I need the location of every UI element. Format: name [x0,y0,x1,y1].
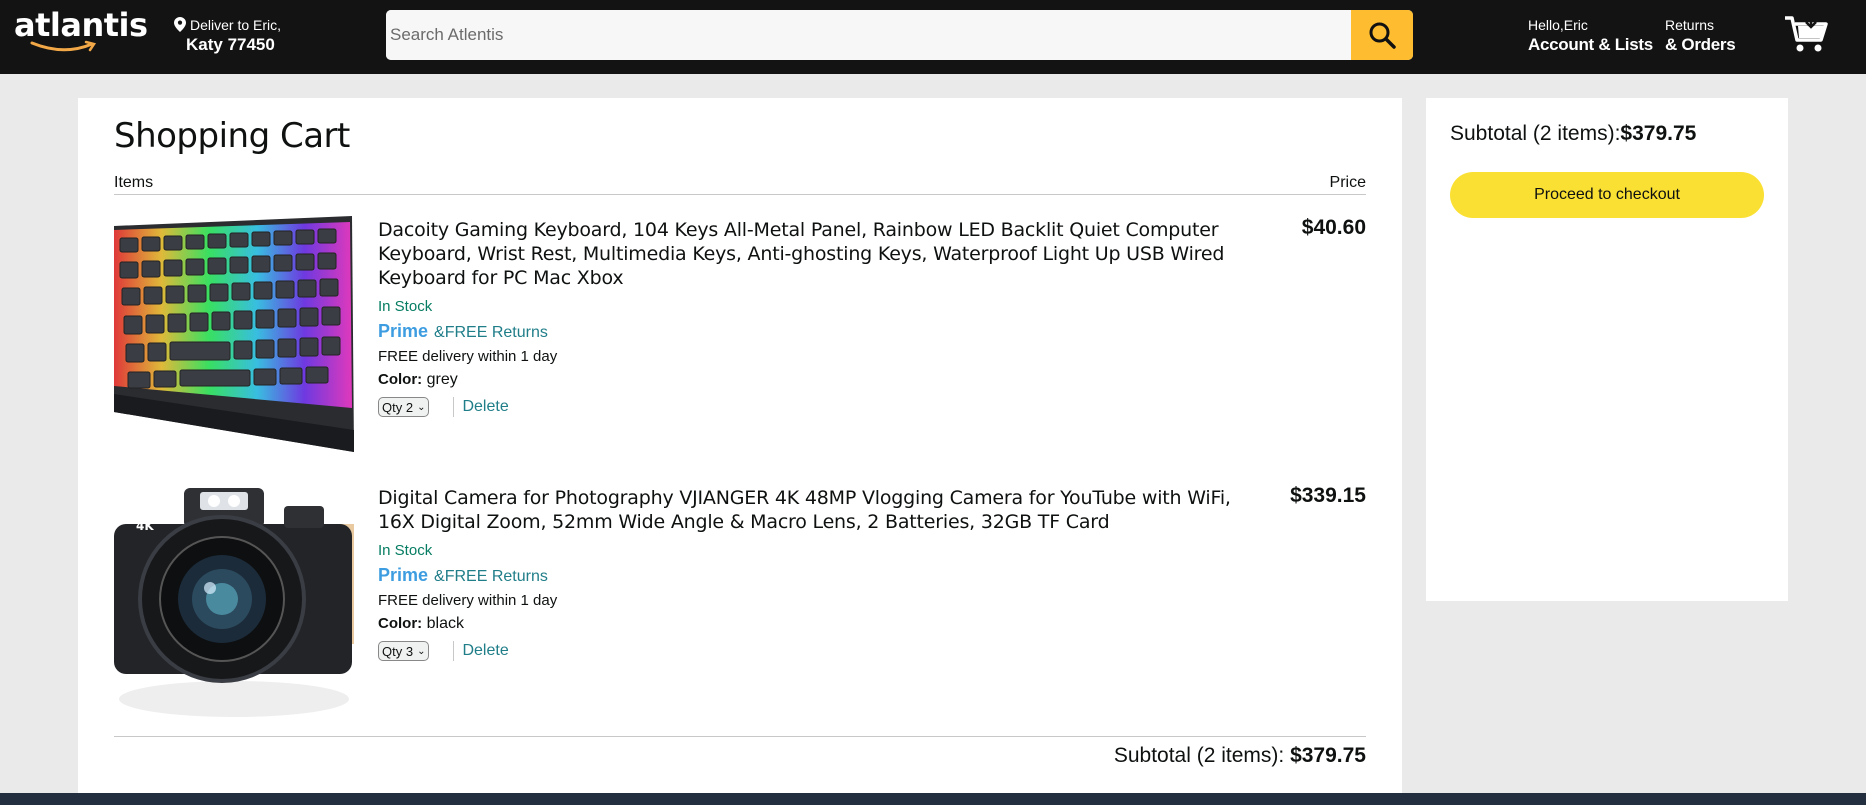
returns-label: Returns [1665,17,1715,33]
quantity-select[interactable]: Qty 3 ⌄ [378,641,430,661]
camera-item-details: Digital Camera for Photography VJIANGER … [378,486,1258,661]
delete-button[interactable]: Delete [462,642,508,660]
item-price: $339.15 [1290,484,1366,507]
price-column-header: Price [1329,174,1366,191]
quantity-select[interactable]: Qty 2 ⌄ [378,397,430,417]
items-column-header: Items [114,174,154,191]
delete-button[interactable]: Delete [462,398,508,416]
logo-smile-icon [30,40,97,52]
prime-badge: Prime [378,321,429,341]
divider [453,397,455,417]
color-label: Color: [378,615,423,632]
delivery-info: FREE delivery within 1 day [378,592,558,609]
atlantis-logo[interactable]: atlantis [14,6,148,44]
deliver-to-label: Deliver to Eric, [190,17,282,33]
footer-strip [0,793,1866,805]
color-row: Color: black [378,615,1258,633]
prime-row: Prime &FREE Returns [378,321,1258,342]
stock-status: In Stock [378,298,433,315]
deliver-location-text: Katy 77450 [186,35,275,54]
divider [114,736,1366,737]
keyboard-product-image[interactable] [114,216,354,456]
color-value: black [426,615,464,632]
search-input[interactable] [386,10,1351,60]
camera-product-image[interactable]: 4K [114,484,354,724]
delivery-info: FREE delivery within 1 day [378,348,558,365]
divider [114,194,1366,195]
orders-label: & Orders [1665,35,1736,54]
search-icon [1369,22,1396,49]
account-and-lists-menu[interactable]: Hello,Eric Account & Lists [1528,17,1653,55]
divider [453,641,455,661]
item-actions: Qty 3 ⌄ Delete [378,641,1258,661]
subtotal-value: $379.75 [1620,122,1697,145]
item-title[interactable]: Digital Camera for Photography VJIANGER … [378,486,1258,534]
svg-text:4K: 4K [136,519,154,533]
shopping-cart-panel: Shopping Cart Items Price Dacoity Gaming… [78,98,1402,805]
free-returns-link[interactable]: &FREE Returns [434,568,548,586]
returns-and-orders-link[interactable]: Returns & Orders [1665,17,1736,55]
checkout-summary-panel: Subtotal (2 items):$379.75 Proceed to ch… [1426,98,1788,601]
item-price: $40.60 [1301,216,1366,239]
subtotal-label: Subtotal (2 items): [1450,122,1621,145]
stock-status: In Stock [378,542,433,559]
account-lists-label: Account & Lists [1528,35,1653,54]
location-pin-icon [174,17,186,32]
color-row: Color: grey [378,371,1258,389]
page-title: Shopping Cart [114,116,350,156]
subtotal-value: $379.75 [1290,744,1366,767]
prime-row: Prime &FREE Returns [378,565,1258,586]
chevron-down-icon: ⌄ [417,401,426,413]
top-navigation-bar: atlantis Deliver to Eric, Katy 77450 Hel… [0,0,1866,74]
summary-subtotal: Subtotal (2 items):$379.75 [1450,122,1696,146]
cart-icon[interactable] [1783,14,1829,54]
search-bar [386,10,1413,60]
chevron-down-icon: ⌄ [417,645,426,657]
search-button[interactable] [1351,10,1413,60]
quantity-value: Qty 3 [382,643,414,659]
free-returns-link[interactable]: &FREE Returns [434,324,548,342]
item-title[interactable]: Dacoity Gaming Keyboard, 104 Keys All-Me… [378,218,1258,290]
checkout-label: Proceed to checkout [1534,186,1680,203]
color-label: Color: [378,371,423,388]
quantity-value: Qty 2 [382,399,414,415]
cart-subtotal: Subtotal (2 items): $379.75 [1114,744,1366,768]
account-greeting: Hello,Eric [1528,17,1588,33]
color-value: grey [426,371,458,388]
subtotal-label: Subtotal (2 items): [1113,744,1291,767]
logo-text: atlantis [14,6,148,44]
proceed-to-checkout-button[interactable]: Proceed to checkout [1450,172,1764,218]
prime-badge: Prime [378,565,429,585]
item-actions: Qty 2 ⌄ Delete [378,397,1258,417]
keyboard-item-details: Dacoity Gaming Keyboard, 104 Keys All-Me… [378,218,1258,417]
